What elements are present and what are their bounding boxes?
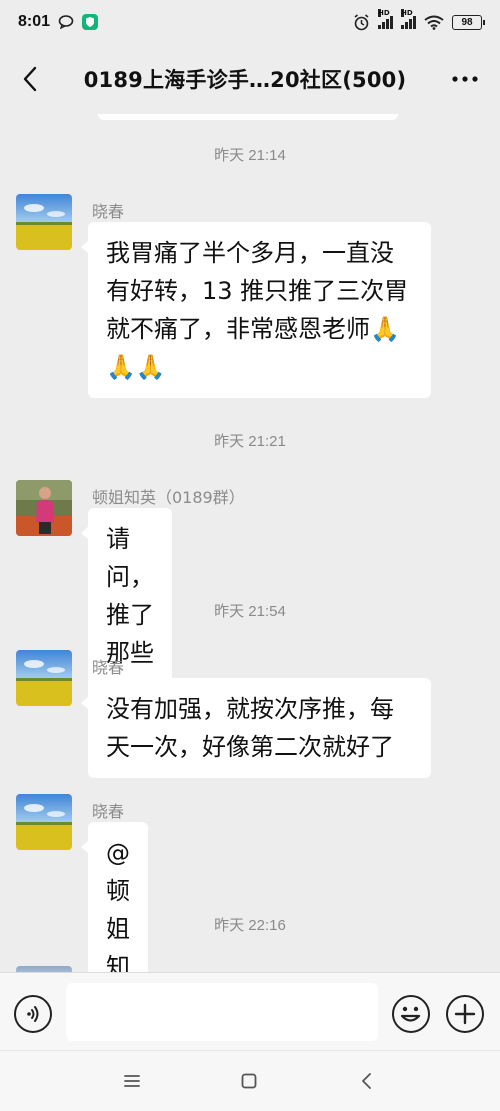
previous-message-bubble [98, 114, 398, 120]
chat-area[interactable]: 昨天 21:14 晓春 我胃痛了半个多月，一直没 有好转，13 推只推了三次胃 … [0, 114, 500, 972]
message-line: 我胃痛了半个多月，一直没 [106, 239, 394, 267]
message-line: 天一次，好像第二次就好了 [106, 733, 394, 761]
message-line: 就不痛了，非常感恩老师🙏 [106, 315, 400, 343]
input-bar [0, 972, 500, 1050]
avatar[interactable] [16, 480, 72, 536]
battery-level: 98 [461, 16, 473, 28]
system-nav-bar [0, 1050, 500, 1111]
emoji-button[interactable] [392, 995, 430, 1033]
battery-icon: 98 [452, 14, 485, 30]
avatar[interactable] [16, 794, 72, 850]
voice-button[interactable] [14, 995, 52, 1033]
emoji-icon [400, 1006, 421, 1022]
sender-name: 顿姐知英（0189群） [92, 488, 245, 507]
chat-header: 0189上海手诊手…20社区(500) [0, 44, 500, 114]
timestamp: 昨天 22:16 [214, 917, 286, 934]
back-triangle-icon [362, 1073, 371, 1089]
alarm-icon [354, 13, 369, 30]
more-button[interactable] [430, 44, 500, 114]
voice-icon [27, 1006, 39, 1022]
chat-bubble-icon [58, 15, 74, 29]
chevron-left-icon [23, 66, 37, 92]
timestamp: 昨天 21:14 [214, 147, 286, 164]
wifi-icon [424, 15, 444, 30]
system-back-button[interactable] [346, 1065, 386, 1097]
avatar[interactable] [16, 194, 72, 250]
plus-button[interactable] [446, 995, 484, 1033]
status-time: 8:01 [18, 13, 51, 30]
message-line: 有好转，13 推只推了三次胃 [106, 277, 409, 305]
message-line: 🙏🙏 [106, 353, 166, 381]
avatar[interactable] [16, 650, 72, 706]
menu-button[interactable] [112, 1065, 152, 1097]
sender-name: 晓春 [92, 802, 125, 821]
more-dots-icon [452, 76, 478, 82]
timestamp: 昨天 21:54 [214, 603, 286, 620]
timestamp: 昨天 21:21 [214, 433, 286, 450]
menu-icon [124, 1075, 140, 1087]
home-button[interactable] [229, 1065, 269, 1097]
status-bar: 8:01 HD HD 98 [0, 0, 500, 44]
shield-app-icon [82, 14, 99, 30]
message-bubble[interactable]: 没有加强，就按次序推，每 天一次，好像第二次就好了 [81, 678, 431, 778]
signal-hd-icon: HD [401, 9, 416, 29]
message-input[interactable] [66, 983, 378, 1041]
home-square-icon [241, 1073, 257, 1089]
sender-name: 晓春 [92, 658, 125, 677]
plus-icon [454, 1003, 476, 1025]
message-bubble[interactable]: 我胃痛了半个多月，一直没 有好转，13 推只推了三次胃 就不痛了，非常感恩老师🙏… [81, 222, 431, 398]
message-line: 没有加强，就按次序推，每 [106, 695, 394, 723]
signal-hd-icon: HD [378, 9, 393, 29]
back-button[interactable] [0, 44, 60, 114]
message-line: @顿姐知英 [106, 839, 130, 972]
message-bubble[interactable]: @顿姐知英 [81, 822, 148, 972]
chat-title: 0189上海手诊手…20社区(500) [83, 68, 407, 92]
sender-name: 晓春 [92, 202, 125, 221]
